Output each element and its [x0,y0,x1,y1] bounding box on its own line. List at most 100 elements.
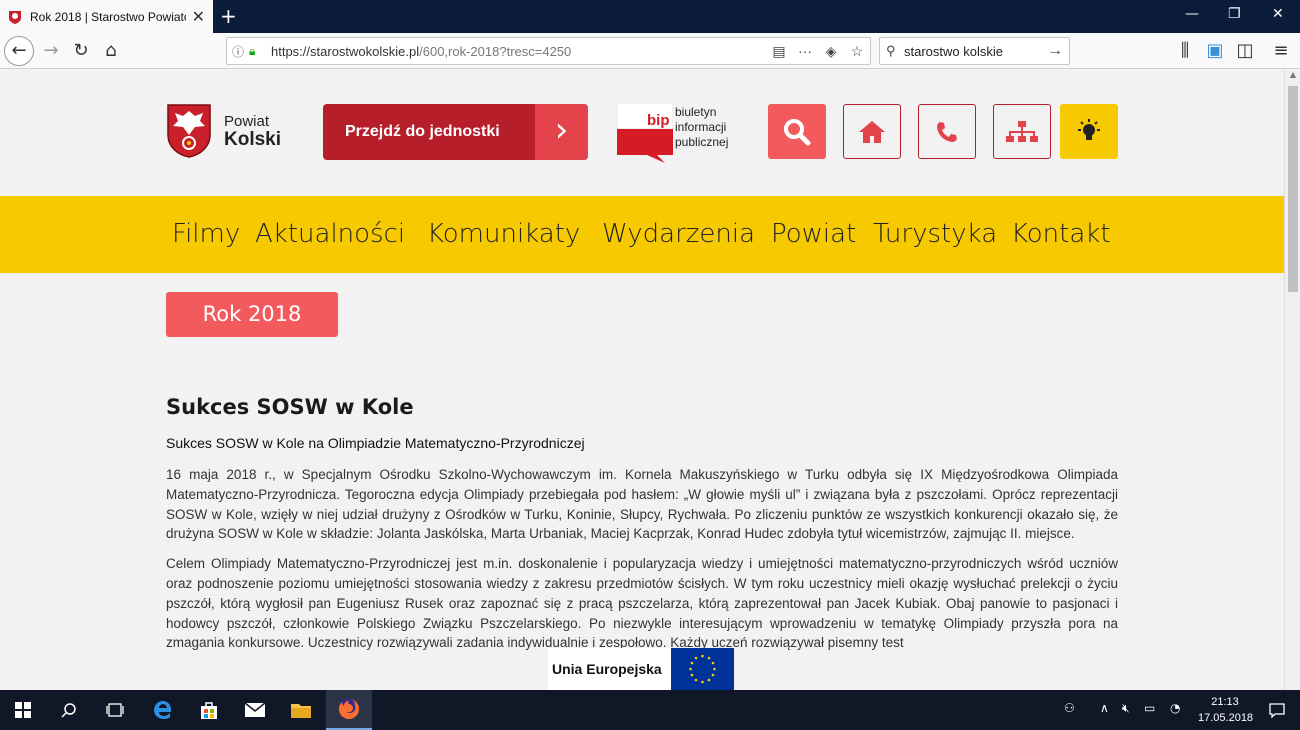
site-phone-button[interactable] [918,104,976,159]
taskbar-mail[interactable] [232,690,278,730]
bip-line-1: biuletyn [675,105,717,119]
info-icon[interactable]: ⓘ [227,43,249,60]
clock-time: 21:13 [1211,696,1239,708]
scroll-up-icon[interactable]: ▲ [1285,70,1300,84]
pocket-icon[interactable]: ◈ [818,43,844,60]
page-actions-icon[interactable]: ··· [792,43,818,59]
folder-icon [291,704,311,718]
phone-icon [937,121,957,142]
url-host: https://starostwokolskie.pl [271,43,420,59]
reader-view-icon[interactable]: ▤ [766,43,792,60]
page-scrollbar[interactable]: ▲ [1284,70,1300,690]
search-go-icon[interactable]: → [1047,42,1063,60]
url-path: /600,rok-2018?tresc=4250 [419,43,572,59]
bip-line-3: publicznej [675,135,729,149]
crest-icon [167,104,211,158]
sitemap-icon [1006,120,1038,142]
magnifier-icon [784,118,811,145]
eu-flag-icon [671,648,734,690]
battery-icon[interactable]: ▭ [1144,701,1155,715]
bip-logo[interactable]: bip biuletyn informacji publicznej [617,103,747,169]
windows-taskbar: ⚇ ∧ 🔇︎ ▭ ◔ 21:13 17.05.2018 [0,690,1300,730]
menu-item-filmy[interactable]: Filmy [172,219,240,249]
site-logo[interactable]: Powiat Kolski [166,103,281,159]
url-bar[interactable]: ⓘ 🔒︎ https://starostwokolskie.pl/600,rok… [226,37,871,65]
new-tab-icon[interactable]: + [220,4,237,28]
taskbar-edge[interactable] [140,690,186,730]
main-menu: Filmy Aktualności Komunikaty Wydarzenia … [0,196,1284,273]
search-bar[interactable]: ⚲ starostwo kolskie → [879,37,1070,65]
menu-item-turystyka[interactable]: Turystyka [873,219,997,249]
bip-flag-icon: bip [617,103,673,163]
article-title: Sukces SOSW w Kole [166,395,414,419]
close-window-icon[interactable]: ✕ [1272,6,1284,22]
bip-line-2: informacji [675,120,727,134]
site-map-button[interactable] [993,104,1051,159]
site-header: Powiat Kolski Przejdź do jednostki › bip… [0,70,1284,196]
search-value[interactable]: starostwo kolskie [904,44,1047,59]
edge-icon [154,701,172,719]
people-icon[interactable]: ⚇ [1064,701,1075,715]
search-icon: ⚲ [886,43,896,58]
bookmark-star-icon[interactable]: ☆ [844,43,870,60]
menu-item-powiat[interactable]: Powiat [771,219,856,249]
menu-hamburger-icon[interactable]: ≡ [1270,40,1292,61]
url-text[interactable]: https://starostwokolskie.pl/600,rok-2018… [265,44,766,59]
reload-icon[interactable]: ↻ [70,40,92,61]
wifi-icon[interactable]: ◔ [1170,701,1180,715]
tab-title: Rok 2018 | Starostwo Powiatowe [30,9,186,24]
back-icon[interactable]: ← [4,36,34,66]
forward-icon[interactable]: → [40,40,62,61]
site-search-button[interactable] [768,104,826,159]
taskbar-search-button[interactable] [46,690,92,730]
minimize-icon[interactable]: — [1185,6,1199,22]
clock-date: 17.05.2018 [1198,712,1254,724]
scrollbar-thumb[interactable] [1288,86,1298,292]
favicon-crest-icon [9,10,21,24]
task-view-button[interactable] [92,690,138,730]
taskbar-explorer[interactable] [278,690,324,730]
library-icon[interactable]: ⫼ [1174,40,1196,61]
mail-icon [244,702,266,717]
menu-item-aktualnosci[interactable]: Aktualności [255,219,405,249]
lock-icon: 🔒︎ [249,43,256,58]
article-lead: Sukces SOSW w Kole na Olimpiadzie Matema… [166,435,585,451]
house-icon [859,120,885,143]
screenshot-icon[interactable]: ▣ [1204,40,1226,61]
notification-icon [1269,703,1285,718]
start-button[interactable] [0,690,46,730]
notifications-button[interactable] [1254,690,1300,730]
menu-item-wydarzenia[interactable]: Wydarzenia [602,219,755,249]
menu-item-komunikaty[interactable]: Komunikaty [427,219,580,249]
tray-chevron-up-icon[interactable]: ∧ [1100,701,1109,715]
volume-muted-icon[interactable]: 🔇︎ [1122,701,1130,716]
browser-titlebar: Rok 2018 | Starostwo Powiatowe ✕ + — ❐ ✕ [0,0,1300,33]
logo-line2: Kolski [224,129,282,150]
taskbar-firefox[interactable] [326,690,372,730]
restore-icon[interactable]: ❐ [1228,6,1241,22]
jump-to-unit-button[interactable]: Przejdź do jednostki › [323,104,588,160]
browser-tab[interactable]: Rok 2018 | Starostwo Powiatowe ✕ [0,0,213,33]
taskbar-clock[interactable]: 21:13 17.05.2018 [1198,694,1254,726]
home-icon[interactable]: ⌂ [100,40,122,61]
contrast-toggle-button[interactable] [1060,104,1118,159]
chevron-right-icon: › [535,104,588,160]
firefox-icon [339,699,359,719]
store-icon [201,702,217,719]
task-view-icon [106,703,124,717]
browser-navbar: ← → ↻ ⌂ ⓘ 🔒︎ https://starostwokolskie.pl… [0,33,1300,69]
search-icon [61,703,76,718]
taskbar-store[interactable] [186,690,232,730]
bip-badge: bip [647,112,670,129]
lightbulb-icon [1078,118,1100,140]
page-content: Powiat Kolski Przejdź do jednostki › bip… [0,70,1284,690]
sidebar-icon[interactable]: ◫ [1234,40,1256,61]
bip-text: biuletyn informacji publicznej [675,105,728,150]
article-paragraph-2: Celem Olimpiady Matematyczno-Przyrodnicz… [166,556,1118,651]
eu-badge[interactable]: Unia Europejska [548,648,734,690]
menu-item-kontakt[interactable]: Kontakt [1011,219,1111,249]
close-tab-icon[interactable]: ✕ [192,7,205,26]
eu-badge-label: Unia Europejska [552,661,662,677]
article-paragraph-1: 16 maja 2018 r., w Specjalnym Ośrodku Sz… [166,467,1118,542]
site-home-button[interactable] [843,104,901,159]
